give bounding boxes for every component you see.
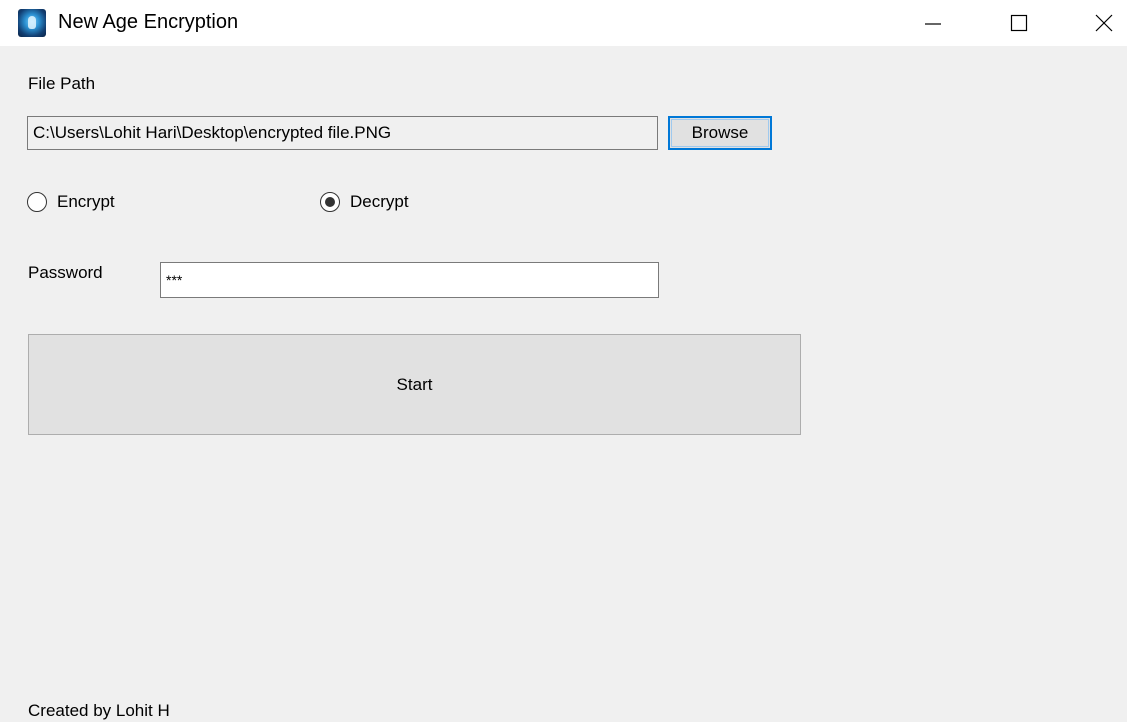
maximize-button[interactable] bbox=[996, 0, 1042, 46]
decrypt-radio[interactable]: Decrypt bbox=[320, 191, 409, 213]
app-window: New Age Encryption File Path Browse Encr… bbox=[0, 0, 1127, 722]
title-bar[interactable]: New Age Encryption bbox=[0, 0, 1127, 46]
password-label: Password bbox=[28, 263, 103, 282]
browse-button-label: Browse bbox=[671, 119, 769, 147]
minimize-button[interactable] bbox=[910, 0, 956, 46]
file-path-input[interactable] bbox=[27, 116, 658, 150]
start-button[interactable]: Start bbox=[28, 334, 801, 435]
close-button[interactable] bbox=[1081, 0, 1127, 46]
maximize-icon bbox=[1010, 14, 1028, 32]
password-input[interactable] bbox=[160, 262, 659, 298]
close-icon bbox=[1095, 14, 1113, 32]
encrypt-radio-label: Encrypt bbox=[57, 192, 115, 211]
browse-button[interactable]: Browse bbox=[668, 116, 772, 150]
radio-unchecked-icon bbox=[27, 192, 47, 212]
file-path-label: File Path bbox=[28, 74, 96, 93]
encrypt-radio[interactable]: Encrypt bbox=[27, 191, 115, 213]
decrypt-radio-label: Decrypt bbox=[350, 192, 409, 211]
app-logo-icon bbox=[18, 9, 46, 37]
window-title: New Age Encryption bbox=[58, 11, 239, 33]
radio-checked-icon bbox=[320, 192, 340, 212]
credit-label: Created by Lohit H bbox=[28, 701, 170, 720]
minimize-icon bbox=[925, 23, 941, 25]
